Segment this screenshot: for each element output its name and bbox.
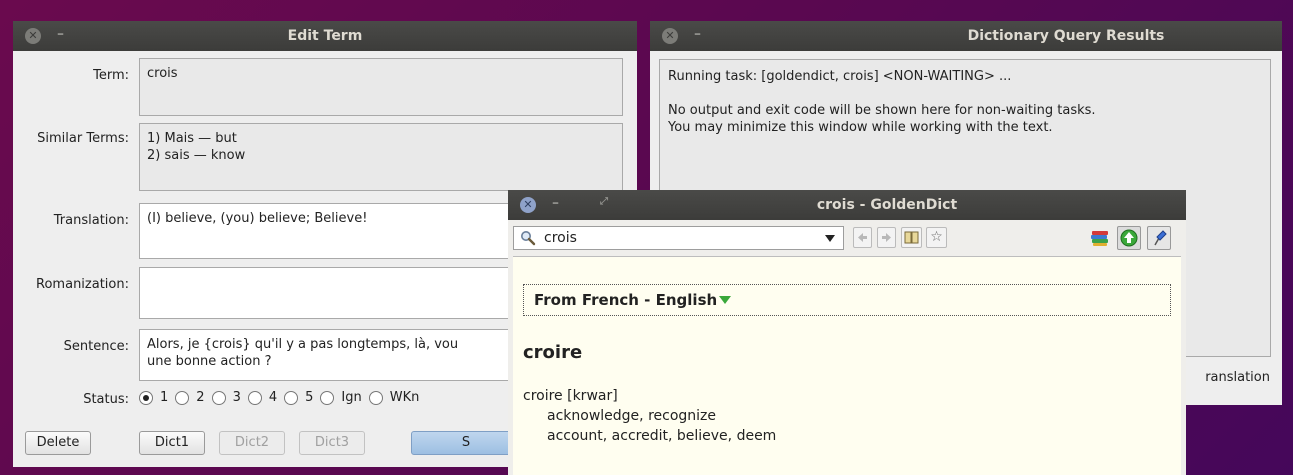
translation-button[interactable]: ranslation	[1170, 367, 1280, 391]
similar-terms-label: Similar Terms:	[37, 131, 129, 146]
green-arrow-icon	[1120, 229, 1138, 247]
status-radio-ign[interactable]	[320, 390, 335, 405]
search-icon	[521, 231, 536, 246]
translation-label: Translation:	[53, 213, 129, 228]
status-radio-wkn[interactable]	[368, 390, 383, 405]
dictionary-results-titlebar: ✕ – Dictionary Query Results	[650, 21, 1282, 51]
forward-button[interactable]	[877, 227, 896, 248]
dict2-button[interactable]: Dict2	[219, 431, 285, 455]
status-radio-4[interactable]	[247, 390, 262, 405]
pin-button[interactable]	[1147, 226, 1171, 250]
status-option-label: WKn	[389, 390, 420, 405]
chevron-down-icon[interactable]	[825, 235, 835, 243]
search-input[interactable]: crois	[544, 230, 577, 246]
status-radio-group: 1 2 3 4 5 Ign WKn	[139, 390, 419, 405]
romanization-label: Romanization:	[36, 277, 129, 292]
entry-line: croire [krwar]	[523, 388, 618, 404]
status-label: Status:	[83, 392, 129, 407]
status-option-label: 4	[268, 390, 278, 405]
delete-button[interactable]: Delete	[25, 431, 91, 455]
status-radio-2[interactable]	[175, 390, 190, 405]
scan-popup-button[interactable]	[1117, 226, 1141, 250]
dict3-button[interactable]: Dict3	[299, 431, 365, 455]
status-radio-5[interactable]	[284, 390, 299, 405]
goldendict-window: ✕ – ⤢ crois - GoldenDict crois ☆ From Fr…	[508, 190, 1186, 475]
goldendict-titlebar: ✕ – ⤢ crois - GoldenDict	[508, 190, 1186, 220]
minimize-icon[interactable]: –	[552, 195, 559, 211]
definition-line: acknowledge, recognize	[547, 408, 716, 424]
forward-icon	[882, 233, 891, 242]
article-view[interactable]: From French - English croire croire [krw…	[513, 256, 1181, 475]
status-option-label: 2	[196, 390, 205, 405]
edit-term-titlebar: ✕ – Edit Term	[13, 21, 637, 51]
favorite-button[interactable]: ☆	[926, 227, 947, 248]
dictionaries-icon[interactable]	[1090, 229, 1110, 247]
sentence-label: Sentence:	[63, 339, 129, 354]
window-title: crois - GoldenDict	[816, 197, 958, 213]
term-label: Term:	[93, 68, 129, 83]
term-field[interactable]: crois	[139, 58, 623, 116]
search-combobox[interactable]: crois	[513, 226, 844, 250]
status-option-label: Ign	[341, 390, 362, 405]
goldendict-toolbar: crois ☆	[508, 220, 1186, 256]
close-icon[interactable]: ✕	[520, 197, 536, 213]
star-icon: ☆	[930, 229, 943, 245]
status-option-label: 1	[160, 390, 169, 405]
back-button[interactable]	[853, 227, 872, 248]
definition-line: account, accredit, believe, deem	[547, 428, 777, 444]
status-option-label: 5	[305, 390, 314, 405]
dictionary-name: From French - English	[534, 291, 718, 309]
status-radio-3[interactable]	[211, 390, 226, 405]
headword: croire	[523, 342, 583, 363]
status-option-label: 3	[232, 390, 241, 405]
save-button[interactable]: S	[411, 431, 521, 455]
similar-terms-field[interactable]: 1) Mais — but 2) sais — know	[139, 123, 623, 191]
dictionary-header[interactable]: From French - English	[523, 284, 1171, 316]
window-title: Edit Term	[287, 28, 363, 44]
back-icon	[858, 233, 867, 242]
minimize-icon[interactable]: –	[694, 26, 701, 42]
dictionary-book-button[interactable]	[901, 227, 922, 248]
window-title: Dictionary Query Results	[967, 28, 1165, 44]
book-icon	[904, 231, 919, 244]
pin-icon	[1154, 230, 1167, 246]
expand-arrow-icon[interactable]	[719, 296, 732, 305]
status-radio-1[interactable]	[139, 390, 153, 405]
translation-button-label: ranslation	[1205, 370, 1270, 385]
dict1-button[interactable]: Dict1	[139, 431, 205, 455]
close-icon[interactable]: ✕	[662, 28, 678, 44]
